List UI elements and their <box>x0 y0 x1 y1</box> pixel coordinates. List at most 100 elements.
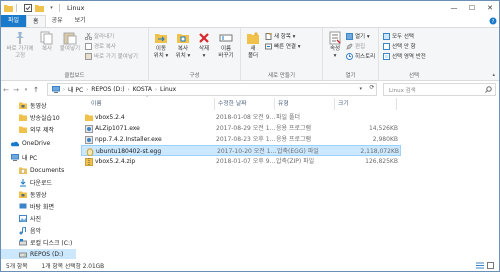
copy-to-button[interactable]: 복사 위치 ▾ <box>173 31 193 60</box>
address-bar[interactable]: › 내 PC › REPOS (D:) › KOSTA › Linux ▾ <box>47 83 377 96</box>
large-icons-view-icon[interactable] <box>486 261 495 270</box>
select-group-label: 선택 <box>408 73 420 79</box>
copy-path-button[interactable]: 경로 복사 <box>85 42 116 50</box>
music-icon <box>19 226 27 235</box>
file-row[interactable]: ubuntu180402-st.egg 2017-10-20 오전 1... 압축(… <box>81 145 401 157</box>
nav-item[interactable]: 바탕 화면 <box>1 201 76 212</box>
minimize-button[interactable]: — <box>445 1 463 15</box>
nav-item[interactable]: 동영상 <box>1 100 76 111</box>
forward-arrow-icon[interactable]: → <box>11 83 21 96</box>
invert-selection-icon <box>383 52 390 60</box>
pc-icon <box>11 154 19 162</box>
details-view-icon[interactable] <box>475 261 484 270</box>
copy-to-label: 복사 위치 ▾ <box>175 46 191 59</box>
organize-group-label: 구성 <box>189 73 200 79</box>
maximize-button[interactable]: ☐ <box>463 1 481 15</box>
back-arrow-icon[interactable]: ← <box>1 83 11 96</box>
select-none-button[interactable]: 선택 안 함 <box>383 42 416 50</box>
tab-home[interactable]: 홈 <box>26 15 46 27</box>
tab-share[interactable]: 공유 <box>46 15 69 27</box>
delete-button[interactable]: 삭제 ▾ <box>195 31 213 60</box>
copy-icon <box>40 31 54 45</box>
search-input[interactable]: Linux 검색 <box>383 83 496 96</box>
folder-icon <box>19 126 27 134</box>
move-to-button[interactable]: 이동 위치 ▾ <box>151 31 171 60</box>
nav-item[interactable]: Documents <box>1 165 76 176</box>
easy-access-icon <box>265 43 272 50</box>
chevron-down-icon[interactable]: ▾ <box>47 4 56 13</box>
new-folder-button[interactable]: 새 폴더 <box>244 31 262 60</box>
copy-button[interactable]: 복사 <box>38 31 56 53</box>
select-group: 모두 선택 선택 안 함 선택 영역 반전 선택 <box>379 28 449 81</box>
nav-item[interactable]: 외부 제작 <box>1 124 76 135</box>
tab-file[interactable]: 파일 <box>1 15 27 27</box>
status-bar: 5개 항목 1개 항목 선택함 2.01GB <box>1 259 499 271</box>
file-row[interactable]: npp.7.4.2.Installer.exe 2017-08-23 오후 1..… <box>81 134 401 145</box>
nav-item[interactable]: 사진 <box>1 213 76 224</box>
column-header-size[interactable]: 크기 <box>335 98 397 110</box>
history-button[interactable]: 히스토리 <box>346 52 375 60</box>
navigation-pane: 동영상 방송실습10 외부 제작 OneDrive 내 PC Documents 다운로드 동… <box>1 98 76 259</box>
address-dropdown-chevron-icon[interactable]: ▾ <box>359 86 362 92</box>
refresh-icon[interactable]: ⟳ <box>367 82 377 93</box>
column-header-date[interactable]: 수정한 날짜 <box>215 98 275 110</box>
up-arrow-icon[interactable]: ↑ <box>31 83 41 96</box>
svg-text:?: ? <box>492 19 495 25</box>
breadcrumb-repos[interactable]: REPOS (D:) <box>91 86 124 93</box>
breadcrumb-kosta[interactable]: KOSTA <box>133 86 152 93</box>
open-button[interactable]: 열기 ▾ <box>346 32 370 40</box>
copy-to-icon <box>176 31 190 45</box>
nav-item-label: 다운로드 <box>30 180 53 187</box>
invert-selection-button[interactable]: 선택 영역 반전 <box>383 52 426 60</box>
nav-item[interactable]: OneDrive <box>1 138 76 149</box>
breadcrumb-linux[interactable]: Linux <box>160 86 176 93</box>
chevron-right-icon[interactable]: › <box>128 87 130 93</box>
edit-label: 편집 <box>355 44 366 50</box>
file-row[interactable]: ALZip1071.exe 2017-08-29 오전 1... 응용 프로그램 14… <box>81 123 401 134</box>
nav-item[interactable]: 내 PC <box>1 152 76 163</box>
ribbon-tabs: 파일 홈 공유 보기 ? <box>1 15 499 27</box>
breadcrumb-this-pc[interactable]: 내 PC <box>68 85 83 94</box>
nav-item-label: REPOS (D:) <box>30 251 64 258</box>
select-none-label: 선택 안 함 <box>392 44 416 50</box>
help-icon[interactable]: ? <box>487 15 499 27</box>
file-row[interactable]: vbox5.2.4 2018-01-08 오전 9... 파일 폴더 <box>81 112 401 123</box>
pc-icon <box>52 86 60 93</box>
new-item-button[interactable]: 새 항목 ▾ <box>265 32 295 40</box>
file-row[interactable]: vbox5.2.4.zip 2018-01-07 오후 9... 압축(ZIP) 파… <box>81 156 401 167</box>
pin-icon <box>13 31 27 45</box>
copy-path-label: 경로 복사 <box>94 44 116 50</box>
new-folder-quick-icon[interactable] <box>35 4 44 13</box>
nav-item[interactable]: 로컬 디스크 (C:) <box>1 237 76 248</box>
search-placeholder: Linux 검색 <box>389 87 416 94</box>
nav-item[interactable]: 방송실습10 <box>1 112 76 123</box>
properties-button[interactable]: 속성 ▾ <box>326 31 344 60</box>
recent-locations-chevron-icon[interactable]: ▾ <box>21 83 31 96</box>
edit-button[interactable]: 편집 <box>346 42 365 50</box>
select-all-button[interactable]: 모두 선택 <box>383 32 414 40</box>
nav-item[interactable]: 음악 <box>1 225 76 236</box>
divider <box>59 4 60 12</box>
nav-item[interactable]: 동영상 <box>1 189 76 200</box>
column-header-name[interactable]: 이름 <box>88 98 215 110</box>
nav-item[interactable]: REPOS (D:) <box>1 249 76 259</box>
chevron-right-icon[interactable]: › <box>86 87 88 93</box>
vertical-scrollbar[interactable] <box>489 98 499 259</box>
close-button[interactable]: ✕ <box>481 1 499 15</box>
clipboard-group-label: 클립보드 <box>64 73 85 79</box>
collapse-ribbon-icon[interactable]: ▴ <box>492 72 495 78</box>
checkbox-quick-access-icon[interactable] <box>23 4 32 13</box>
nav-item[interactable]: 다운로드 <box>1 177 76 188</box>
paste-button[interactable]: 붙여넣기 <box>58 31 82 53</box>
title-bar: ▾ Linux — ☐ ✕ <box>1 1 499 15</box>
column-header-type[interactable]: 유형 <box>275 98 335 110</box>
easy-access-button[interactable]: 빠른 연결 ▾ <box>265 42 301 50</box>
pin-quick-access-button[interactable]: 바로 가기에 고정 <box>4 31 36 60</box>
properties-icon <box>328 31 342 45</box>
chevron-right-icon[interactable]: › <box>155 87 157 93</box>
open-group-label: 열기 <box>345 73 356 79</box>
cut-button[interactable]: 잘라내기 <box>85 32 114 40</box>
paste-shortcut-button[interactable]: 바로 가기 붙여넣기 <box>85 52 138 60</box>
tab-view[interactable]: 보기 <box>69 15 92 27</box>
rename-button[interactable]: 이름 바꾸기 <box>215 31 237 60</box>
